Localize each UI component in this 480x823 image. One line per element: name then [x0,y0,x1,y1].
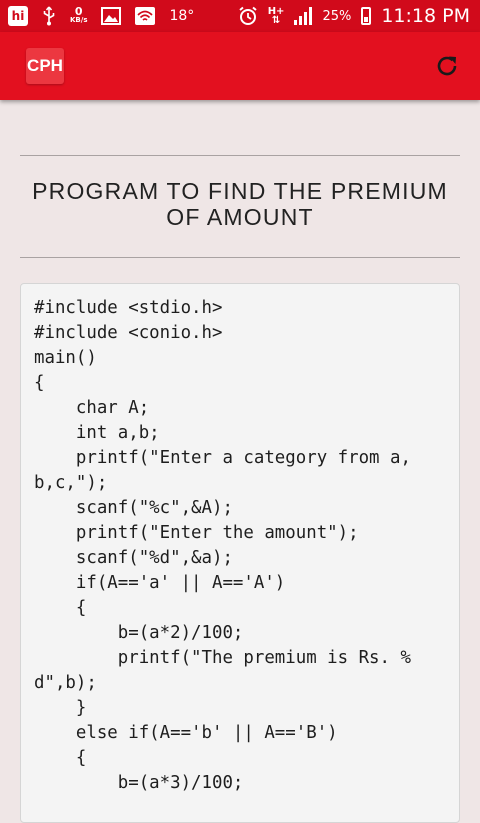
app-logo: CPH [26,48,64,84]
code-line: printf("Enter the amount"); [34,523,359,543]
wifi-icon [135,7,156,25]
data-activity-icon: ⇅ [271,15,281,26]
code-line: int a,b; [34,423,160,443]
alarm-icon [239,6,257,25]
data-rate-unit: KB/s [70,16,88,24]
code-line: d",b); [34,673,97,693]
code-line: if(A=='a' || A=='A') [34,573,286,593]
code-line: printf("The premium is Rs. % [34,648,411,668]
data-rate: 0 KB/s [70,5,88,25]
notification-app-icon: hi [8,6,28,26]
battery-percent: 25% [322,8,352,24]
refresh-icon [437,56,457,76]
code-text: #include <stdio.h> #include <conio.h> main… [21,284,459,796]
app-bar: CPH [0,32,480,100]
code-line: char A; [34,398,150,418]
battery-icon [361,7,372,25]
network-type: H+ ⇅ [268,7,285,26]
gallery-icon [101,7,122,25]
code-line: b=(a*2)/100; [34,623,244,643]
code-line: else if(A=='b' || A=='B') [34,723,338,743]
code-line: printf("Enter a category from a, [34,448,411,468]
refresh-button[interactable] [434,53,460,79]
signal-icon [294,7,313,25]
usb-icon [43,6,55,26]
code-line: scanf("%c",&A); [34,498,233,518]
page-title: PROGRAM TO FIND THE PREMIUM OF AMOUNT [32,178,448,230]
code-line: b=(a*3)/100; [34,773,244,793]
code-line: { [34,373,45,393]
data-rate-value: 0 [74,5,83,18]
code-block[interactable]: #include <stdio.h> #include <conio.h> main… [20,283,460,823]
status-bar: hi 0 KB/s 18° H+ ⇅ 25% 11:18 PM [0,0,480,32]
code-line: #include <stdio.h> [34,298,223,318]
divider-top [20,155,460,156]
code-line: { [34,598,87,618]
clock: 11:18 PM [381,5,470,27]
code-line: { [34,748,87,768]
divider-bottom [20,257,460,258]
code-line: #include <conio.h> [34,323,223,343]
code-line: scanf("%d",&a); [34,548,233,568]
temperature: 18° [169,8,195,24]
code-line: b,c,"); [34,473,108,493]
code-line: main() [34,348,97,368]
code-line: } [34,698,87,718]
